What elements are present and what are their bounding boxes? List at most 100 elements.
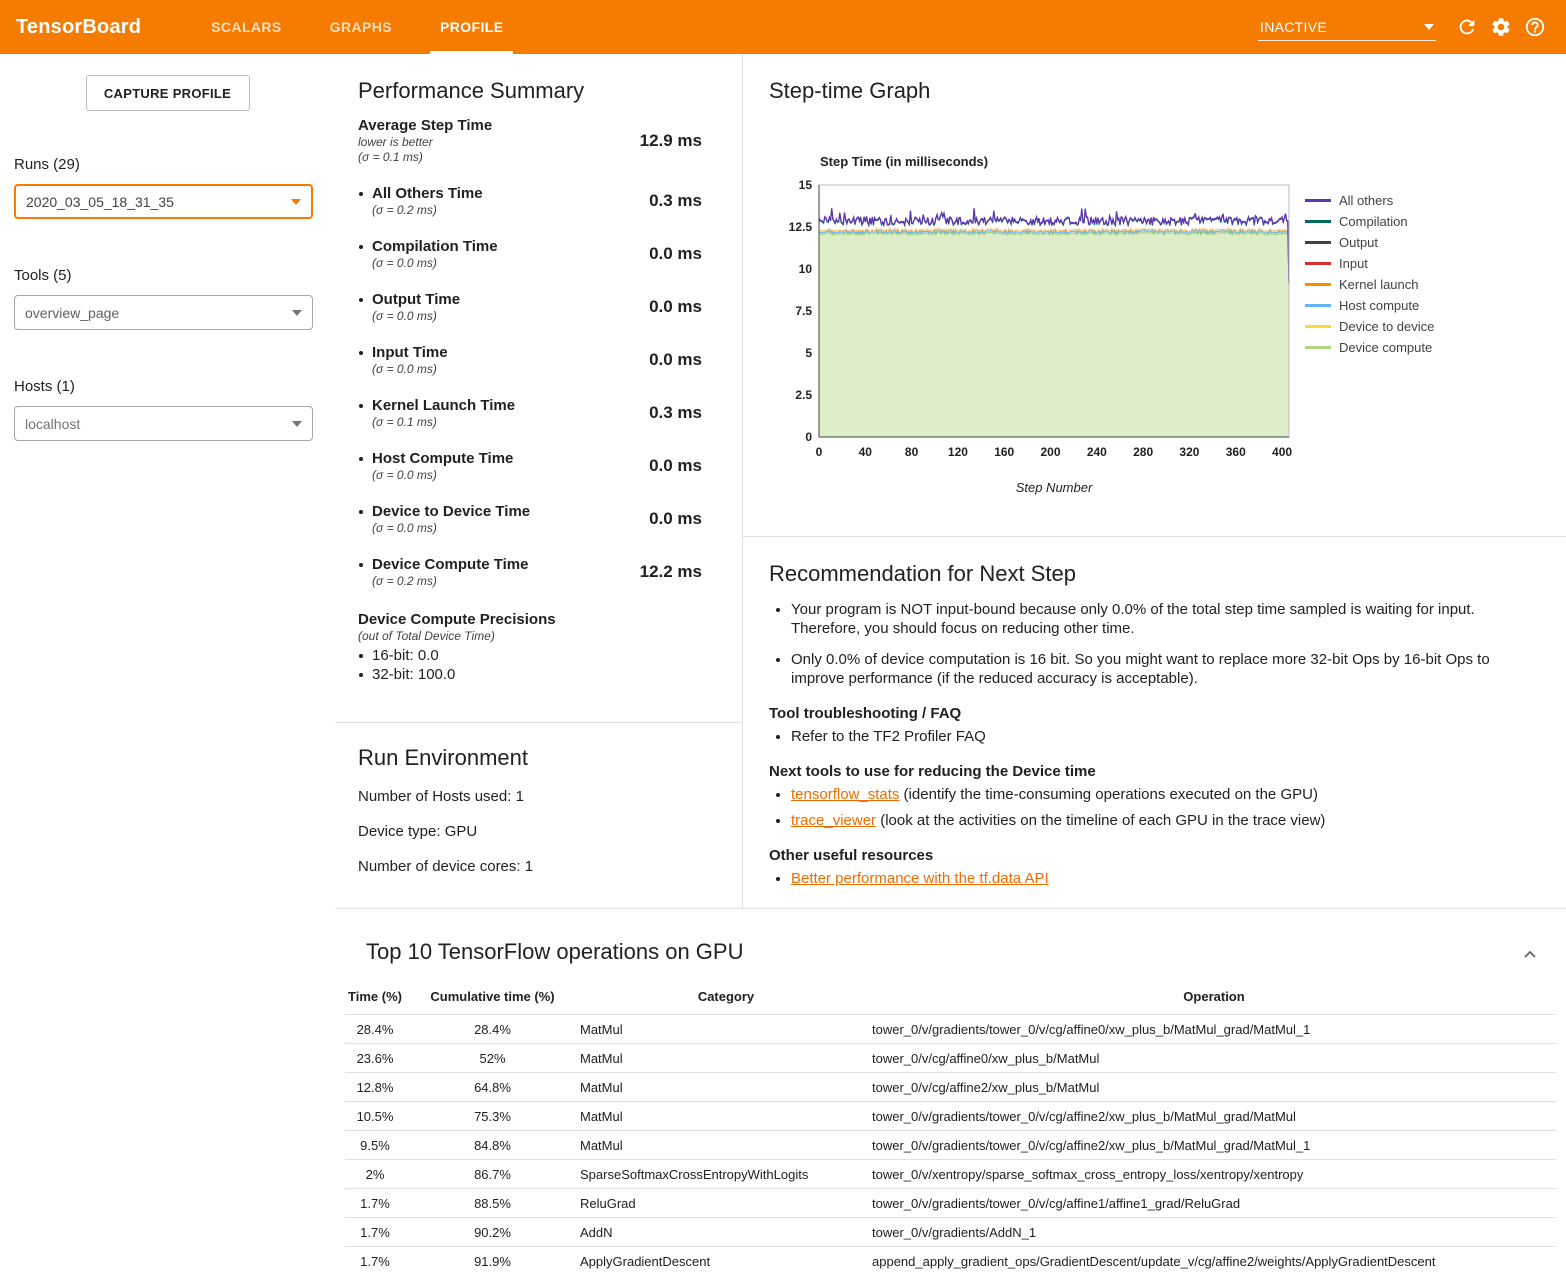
legend-label: Kernel launch bbox=[1339, 277, 1419, 292]
next-tool-link[interactable]: tensorflow_stats bbox=[791, 786, 899, 803]
legend-swatch bbox=[1305, 220, 1331, 223]
run-select-value: 2020_03_05_18_31_35 bbox=[26, 194, 174, 210]
top-ops-title: Top 10 TensorFlow operations on GPU bbox=[366, 939, 1566, 965]
help-icon bbox=[1524, 16, 1546, 38]
svg-text:12.5: 12.5 bbox=[789, 220, 813, 234]
column-header: Operation bbox=[872, 985, 1556, 1015]
legend-item: Input bbox=[1305, 253, 1434, 274]
svg-text:80: 80 bbox=[905, 445, 919, 459]
run-select[interactable]: 2020_03_05_18_31_35 bbox=[14, 184, 313, 219]
table-cell: SparseSoftmaxCrossEntropyWithLogits bbox=[580, 1160, 872, 1189]
metric-sigma: (σ = 0.2 ms) bbox=[372, 203, 483, 218]
metric-value: 0.0 ms bbox=[649, 456, 702, 476]
table-cell: MatMul bbox=[580, 1102, 872, 1131]
metric-value: 12.9 ms bbox=[640, 131, 702, 151]
perf-metric-row: Output Time(σ = 0.0 ms)0.0 ms bbox=[358, 290, 702, 324]
next-tool-link[interactable]: trace_viewer bbox=[791, 812, 876, 829]
metric-value: 0.3 ms bbox=[649, 403, 702, 423]
metric-sigma: (σ = 0.2 ms) bbox=[372, 574, 528, 589]
resource-link[interactable]: Better performance with the tf.data API bbox=[791, 870, 1049, 887]
refresh-icon bbox=[1456, 16, 1478, 38]
table-cell: append_apply_gradient_ops/GradientDescen… bbox=[872, 1247, 1556, 1275]
svg-text:400: 400 bbox=[1272, 445, 1292, 459]
chart-title: Step Time (in milliseconds) bbox=[820, 154, 988, 169]
reload-status-value: INACTIVE bbox=[1260, 19, 1327, 35]
table-header-row: Time (%)Cumulative time (%)CategoryOpera… bbox=[345, 985, 1556, 1015]
svg-text:2.5: 2.5 bbox=[795, 388, 812, 402]
legend-item: Compilation bbox=[1305, 211, 1434, 232]
run-environment-lines: Number of Hosts used: 1Device type: GPUN… bbox=[358, 788, 719, 876]
table-row: 28.4%28.4%MatMultower_0/v/gradients/towe… bbox=[345, 1015, 1556, 1044]
table-row: 9.5%84.8%MatMultower_0/v/gradients/tower… bbox=[345, 1131, 1556, 1160]
table-cell: 88.5% bbox=[405, 1189, 580, 1218]
settings-button[interactable] bbox=[1484, 10, 1518, 44]
step-time-chart: 02.557.51012.515040801201602002402803203… bbox=[769, 177, 1309, 467]
faq-bullet: Refer to the TF2 Profiler FAQ bbox=[791, 727, 1526, 746]
chart-legend: All othersCompilationOutputInputKernel l… bbox=[1305, 190, 1434, 358]
performance-summary-panel: Performance Summary Average Step Time lo… bbox=[335, 54, 742, 723]
table-cell: tower_0/v/gradients/tower_0/v/cg/affine0… bbox=[872, 1015, 1556, 1044]
svg-text:280: 280 bbox=[1133, 445, 1153, 459]
recommendation-bullet: Only 0.0% of device computation is 16 bi… bbox=[791, 650, 1526, 688]
table-cell: tower_0/v/cg/affine2/xw_plus_b/MatMul bbox=[872, 1073, 1556, 1102]
metric-label: All Others Time bbox=[372, 184, 483, 203]
legend-item: Device to device bbox=[1305, 316, 1434, 337]
app-title: TensorBoard bbox=[16, 16, 141, 39]
resources-list: Better performance with the tf.data API bbox=[791, 869, 1526, 888]
table-cell: 75.3% bbox=[405, 1102, 580, 1131]
tool-select[interactable]: overview_page bbox=[14, 295, 313, 330]
capture-profile-button[interactable]: CAPTURE PROFILE bbox=[86, 75, 250, 111]
tab-scalars[interactable]: SCALARS bbox=[187, 0, 305, 54]
run-environment-line: Number of device cores: 1 bbox=[358, 858, 719, 876]
perf-metric-row: Host Compute Time(σ = 0.0 ms)0.0 ms bbox=[358, 449, 702, 483]
metric-label: Device to Device Time bbox=[372, 502, 530, 521]
chevron-down-icon bbox=[292, 310, 302, 316]
perf-metric-row: Device Compute Time(σ = 0.2 ms)12.2 ms bbox=[358, 555, 702, 589]
legend-swatch bbox=[1305, 346, 1331, 349]
device-compute-precisions: Device Compute Precisions (out of Total … bbox=[358, 610, 702, 684]
performance-summary-title: Performance Summary bbox=[358, 78, 702, 104]
tab-profile[interactable]: PROFILE bbox=[416, 0, 527, 54]
chevron-down-icon bbox=[1424, 24, 1434, 30]
reload-status-dropdown[interactable]: INACTIVE bbox=[1258, 14, 1436, 41]
legend-swatch bbox=[1305, 304, 1331, 307]
column-header: Cumulative time (%) bbox=[405, 985, 580, 1015]
next-tool-item: trace_viewer (look at the activities on … bbox=[791, 811, 1526, 830]
metric-label: Kernel Launch Time bbox=[372, 396, 515, 415]
metric-value: 0.0 ms bbox=[649, 297, 702, 317]
refresh-button[interactable] bbox=[1450, 10, 1484, 44]
step-time-graph-panel: Step-time Graph Step Time (in millisecon… bbox=[743, 54, 1566, 537]
table-cell: MatMul bbox=[580, 1073, 872, 1102]
legend-item: Host compute bbox=[1305, 295, 1434, 316]
legend-label: Host compute bbox=[1339, 298, 1419, 313]
metric-sigma: (σ = 0.1 ms) bbox=[358, 150, 492, 165]
tab-graphs[interactable]: GRAPHS bbox=[306, 0, 416, 54]
bullet-dot bbox=[359, 298, 363, 302]
host-select[interactable]: localhost bbox=[14, 406, 313, 441]
precision-item: 16-bit: 0.0 bbox=[358, 646, 702, 665]
table-cell: tower_0/v/gradients/tower_0/v/cg/affine2… bbox=[872, 1131, 1556, 1160]
metric-sigma: (σ = 0.0 ms) bbox=[372, 521, 530, 536]
table-cell: 64.8% bbox=[405, 1073, 580, 1102]
bullet-dot bbox=[359, 192, 363, 196]
svg-text:5: 5 bbox=[805, 346, 812, 360]
recommendation-bullet: Your program is NOT input-bound because … bbox=[791, 600, 1526, 638]
table-cell: tower_0/v/gradients/tower_0/v/cg/affine1… bbox=[872, 1189, 1556, 1218]
table-cell: MatMul bbox=[580, 1131, 872, 1160]
collapse-section-button[interactable] bbox=[1520, 945, 1540, 966]
legend-swatch bbox=[1305, 241, 1331, 244]
next-tools-heading: Next tools to use for reducing the Devic… bbox=[769, 762, 1526, 781]
table-cell: 1.7% bbox=[345, 1247, 405, 1275]
host-select-value: localhost bbox=[25, 416, 80, 432]
table-cell: 28.4% bbox=[405, 1015, 580, 1044]
perf-metric-row: Kernel Launch Time(σ = 0.1 ms)0.3 ms bbox=[358, 396, 702, 430]
table-cell: 90.2% bbox=[405, 1218, 580, 1247]
table-cell: tower_0/v/cg/affine0/xw_plus_b/MatMul bbox=[872, 1044, 1556, 1073]
summary-column: Performance Summary Average Step Time lo… bbox=[335, 54, 743, 908]
metric-value: 0.0 ms bbox=[649, 244, 702, 264]
help-button[interactable] bbox=[1518, 10, 1552, 44]
average-step-time-row: Average Step Time lower is better (σ = 0… bbox=[358, 116, 702, 165]
svg-text:320: 320 bbox=[1179, 445, 1199, 459]
next-tools-list: tensorflow_stats (identify the time-cons… bbox=[791, 785, 1526, 830]
graph-column: Step-time Graph Step Time (in millisecon… bbox=[743, 54, 1566, 908]
